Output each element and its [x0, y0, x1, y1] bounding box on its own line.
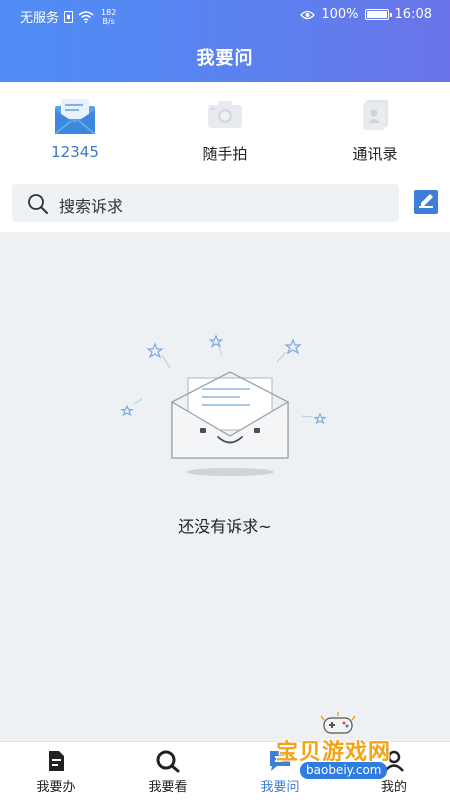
nav-label: 我要办 [36, 780, 76, 795]
nav-label: 我要看 [148, 780, 188, 795]
network-speed-value: 182 [101, 7, 117, 17]
battery-percent: 100% [321, 7, 359, 22]
clock: 16:08 [394, 7, 432, 22]
quick-entry-label: 随手拍 [202, 145, 248, 163]
search-row: 搜索诉求 [0, 174, 450, 232]
watermark: 宝贝游戏网 baobeiy.com [272, 712, 422, 784]
battery-icon [364, 9, 392, 20]
compose-button[interactable] [413, 189, 439, 215]
document-icon [44, 749, 68, 777]
quick-entry-photo[interactable]: 随手拍 [150, 82, 300, 174]
quick-entry-contacts[interactable]: 通讯录 [300, 82, 450, 174]
watermark-url: baobeiy.com [300, 762, 388, 779]
status-bar: 无服务 182 B/s 100% 16:08 [0, 0, 450, 32]
quick-entry-12345[interactable]: 12345 [0, 82, 150, 174]
page-title: 我要问 [196, 48, 254, 69]
empty-state-message: 还没有诉求~ [178, 517, 272, 536]
app-header: 无服务 182 B/s 100% 16:08 我要问 [0, 0, 450, 82]
eye-icon [300, 10, 316, 20]
quick-entry-row: 12345 随手拍 通讯录 [0, 82, 450, 174]
magnifier-icon [155, 749, 181, 777]
content-area: 还没有诉求~ [0, 232, 450, 741]
quick-entry-label: 12345 [51, 143, 99, 161]
camera-icon [205, 96, 245, 136]
network-speed-unit: B/s [102, 16, 115, 26]
quick-entry-label: 通讯录 [352, 145, 398, 163]
mail-icon [51, 96, 99, 140]
network-speed: 182 B/s [101, 8, 116, 26]
carrier-label: 无服务 [20, 11, 60, 26]
nav-item-todo[interactable]: 我要办 [0, 742, 112, 800]
search-input[interactable]: 搜索诉求 [12, 184, 399, 222]
nav-item-browse[interactable]: 我要看 [112, 742, 224, 800]
contacts-icon [357, 96, 393, 136]
compose-icon [414, 190, 438, 214]
search-icon [27, 193, 49, 219]
empty-mailbox-icon [112, 332, 338, 486]
sim-card-icon [64, 10, 74, 23]
search-placeholder: 搜索诉求 [59, 197, 124, 216]
wifi-icon [78, 10, 94, 23]
